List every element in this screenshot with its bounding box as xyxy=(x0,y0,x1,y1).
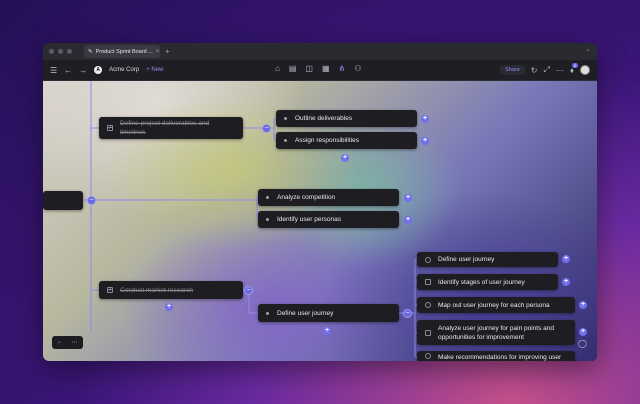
add-child-icon[interactable]: + xyxy=(421,115,429,123)
mindmap-view-icon[interactable]: ⋔ xyxy=(339,64,346,73)
refresh-icon[interactable]: ↻ xyxy=(531,66,538,75)
root-node[interactable] xyxy=(43,191,83,210)
chat-icon[interactable]: ◯ xyxy=(578,339,588,349)
node-journey-stages[interactable]: Identify stages of user journey xyxy=(417,274,558,290)
avatar[interactable] xyxy=(580,65,590,75)
share-button[interactable]: Share xyxy=(500,65,525,75)
app-window: ✎ Product Sprint Board ... × + ⌄ ☰ ← → A… xyxy=(43,43,597,361)
node-define-deliverables[interactable]: ✓ Define project deliverables and timeli… xyxy=(99,117,243,139)
more-icon[interactable]: ⋯ xyxy=(556,66,564,75)
notification-badge: 2 xyxy=(571,62,578,68)
bullet-icon xyxy=(284,139,287,142)
notifications-icon[interactable]: ♦ 2 xyxy=(570,62,578,75)
checkbox-checked-icon[interactable]: ✓ xyxy=(107,125,113,131)
node-assign-responsibilities[interactable]: Assign responsibilities xyxy=(276,132,417,149)
node-analyze-competition[interactable]: Analyze competition xyxy=(258,189,399,206)
node-journey-pain-points[interactable]: Analyze user journey for pain points and… xyxy=(417,320,575,345)
window-controls xyxy=(49,49,72,54)
minimize-window-button[interactable] xyxy=(58,49,63,54)
table-view-icon[interactable]: ▦ xyxy=(322,64,330,73)
node-outline-deliverables[interactable]: Outline deliverables xyxy=(276,110,417,127)
zoom-controls: − ⋯ xyxy=(52,336,83,349)
task-circle-icon[interactable] xyxy=(425,302,431,308)
workspace-logo[interactable]: A xyxy=(94,66,103,74)
node-journey-map[interactable]: Map out user journey for each persona xyxy=(417,297,575,313)
checkbox-icon[interactable] xyxy=(425,279,431,285)
add-child-icon[interactable]: + xyxy=(562,278,570,286)
checkbox-checked-icon[interactable]: ✓ xyxy=(107,287,113,293)
title-bar: ✎ Product Sprint Board ... × + ⌄ xyxy=(43,43,597,60)
add-child-icon[interactable]: + xyxy=(562,255,570,263)
tab-product-sprint-board[interactable]: ✎ Product Sprint Board ... × xyxy=(84,45,160,58)
deliverables-collapse-icon[interactable]: − xyxy=(262,124,271,133)
new-button[interactable]: + New xyxy=(146,67,163,73)
forward-icon[interactable]: → xyxy=(79,66,87,75)
new-tab-button[interactable]: + xyxy=(165,47,170,56)
journey-collapse-icon[interactable]: − xyxy=(403,309,412,318)
window-menu-icon[interactable]: ⌄ xyxy=(585,45,591,53)
view-switcher: ⌂ ▤ ◫ ▦ ⋔ ⚇ xyxy=(275,64,361,73)
add-sibling-icon[interactable]: + xyxy=(323,327,331,335)
add-child-icon[interactable]: + xyxy=(579,301,587,309)
board-view-icon[interactable]: ◫ xyxy=(305,64,313,73)
node-journey-define[interactable]: Define user journey xyxy=(417,252,558,267)
checkbox-icon[interactable] xyxy=(425,329,431,336)
node-conduct-research[interactable]: ✓ Conduct market research xyxy=(99,281,243,299)
task-circle-icon[interactable] xyxy=(425,256,431,263)
add-child-icon[interactable]: + xyxy=(421,137,429,145)
list-view-icon[interactable]: ▤ xyxy=(289,64,297,73)
research-collapse-icon[interactable]: − xyxy=(244,286,253,295)
add-sibling-icon[interactable]: + xyxy=(341,154,349,162)
root-collapse-icon[interactable]: − xyxy=(87,196,96,205)
back-icon[interactable]: ← xyxy=(64,66,72,75)
sidebar-menu-icon[interactable]: ☰ xyxy=(50,66,57,75)
mindmap-canvas[interactable]: − ✓ Define project deliverables and time… xyxy=(43,81,597,361)
bullet-icon xyxy=(266,311,269,315)
add-child-icon[interactable]: + xyxy=(404,194,412,202)
pencil-icon: ✎ xyxy=(88,48,93,55)
add-child-icon[interactable]: + xyxy=(579,328,587,336)
zoom-out-button[interactable]: − xyxy=(57,340,61,346)
workspace-name[interactable]: Acme Corp xyxy=(109,67,139,73)
node-identify-personas[interactable]: Identify user personas xyxy=(258,211,399,228)
task-circle-icon[interactable] xyxy=(425,353,431,359)
add-sibling-icon[interactable]: + xyxy=(165,303,173,311)
home-view-icon[interactable]: ⌂ xyxy=(275,64,280,73)
zoom-menu-icon[interactable]: ⋯ xyxy=(72,339,78,346)
add-child-icon[interactable]: + xyxy=(404,216,412,224)
expand-icon[interactable]: ⤢ xyxy=(544,65,550,75)
top-toolbar: ☰ ← → A Acme Corp + New ⌂ ▤ ◫ ▦ ⋔ ⚇ Shar… xyxy=(43,60,597,81)
bullet-icon xyxy=(266,196,269,199)
bullet-icon xyxy=(266,218,269,221)
bullet-icon xyxy=(284,117,287,120)
close-window-button[interactable] xyxy=(49,49,54,54)
maximize-window-button[interactable] xyxy=(67,49,72,54)
node-journey-recommendations[interactable]: Make recommendations for improving user … xyxy=(417,351,575,361)
node-define-user-journey[interactable]: Define user journey xyxy=(258,304,399,322)
tab-title: Product Sprint Board ... xyxy=(95,48,153,55)
people-view-icon[interactable]: ⚇ xyxy=(354,64,361,73)
tab-close-icon[interactable]: × xyxy=(156,49,160,55)
